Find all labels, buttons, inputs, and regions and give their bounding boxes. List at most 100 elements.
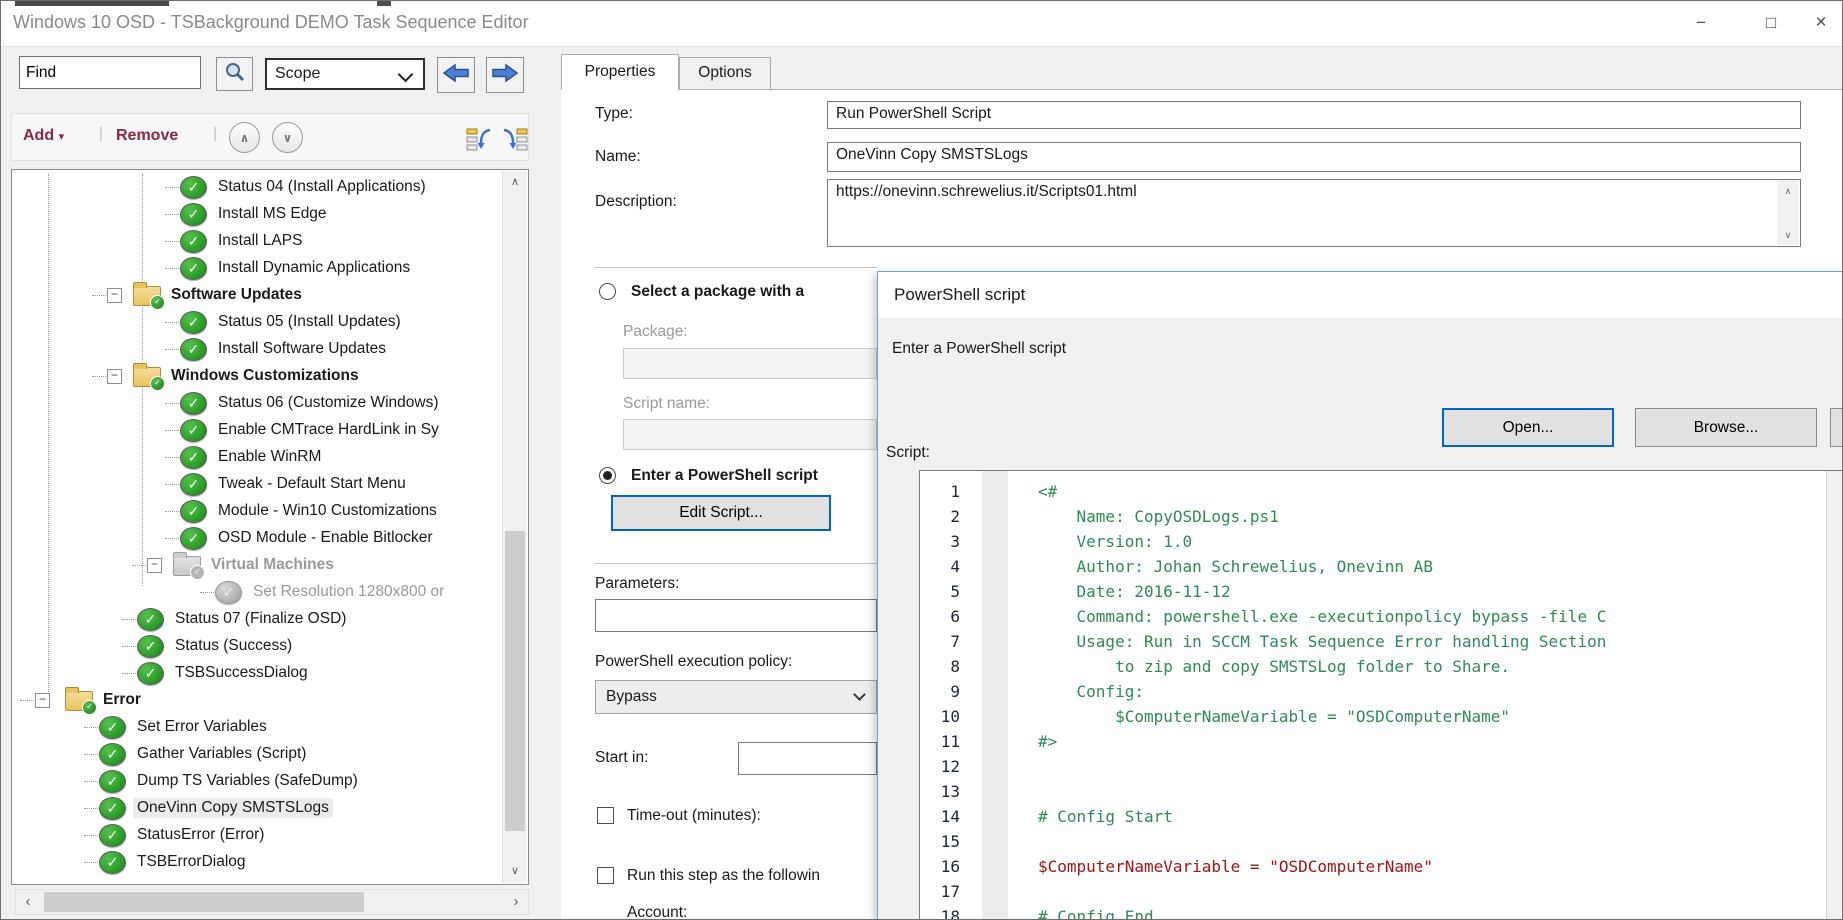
code-text: #> [1038, 729, 1057, 754]
step-check-icon: ✓ [137, 635, 164, 658]
tree-connector-stub [122, 646, 136, 647]
tree-connector-stub [165, 268, 179, 269]
parameters-field[interactable] [595, 599, 877, 632]
enter-script-radio-label: Enter a PowerShell script [631, 467, 818, 485]
find-input[interactable] [19, 56, 201, 89]
minimize-button[interactable]: − [1679, 7, 1723, 39]
tree-item[interactable]: ✓Status 04 (Install Applications) [12, 174, 502, 201]
description-field[interactable]: https://onevinn.schrewelius.it/Scripts01… [827, 179, 1801, 247]
back-arrow-icon [442, 63, 470, 88]
tree-item[interactable]: ✓Status 05 (Install Updates) [12, 309, 502, 336]
collapse-all-button[interactable]: ∧ [229, 122, 260, 153]
collapse-group-box-icon[interactable]: − [147, 558, 162, 573]
tree-item[interactable]: ✓Status 06 (Customize Windows) [12, 390, 502, 417]
scrollbar-thumb[interactable] [505, 531, 525, 831]
forward-arrow-icon [491, 63, 519, 88]
code-text: <# [1038, 479, 1057, 504]
scope-dropdown[interactable]: Scope [265, 58, 425, 90]
tree-item[interactable]: −✓Software Updates [12, 282, 502, 309]
step-check-icon: ✓ [99, 851, 126, 874]
tree-item[interactable]: −✓Virtual Machines [12, 552, 502, 579]
tree-item[interactable]: ✓OSD Module - Enable Bitlocker [12, 525, 502, 552]
scroll-down-icon[interactable]: ∨ [503, 860, 527, 883]
line-number: 1 [920, 479, 960, 504]
tree-item[interactable]: −✓Windows Customizations [12, 363, 502, 390]
tree-item[interactable]: ✓Install LAPS [12, 228, 502, 255]
script-line: 13 [920, 779, 1827, 804]
tab-properties[interactable]: Properties [561, 54, 679, 90]
scroll-down-icon[interactable]: ∨ [1777, 225, 1799, 245]
tree-horizontal-scrollbar[interactable]: ‹ › [15, 889, 529, 915]
close-button[interactable]: × [1799, 7, 1843, 39]
tree-item[interactable]: ✓TSBErrorDialog [12, 849, 502, 876]
timeout-checkbox[interactable] [597, 807, 614, 824]
step-check-icon: ✓ [137, 608, 164, 631]
tree-item[interactable]: ✓OneVinn Copy SMSTSLogs [12, 795, 502, 822]
group-folder-icon: ✓ [133, 286, 161, 306]
tree-item[interactable]: ✓Set Error Variables [12, 714, 502, 741]
collapse-group-box-icon[interactable]: − [107, 288, 122, 303]
expand-all-button[interactable]: ∨ [272, 122, 303, 153]
tree-item[interactable]: ✓Module - Win10 Customizations [12, 498, 502, 525]
script-editor[interactable]: 1<#2 Name: CopyOSDLogs.ps13 Version: 1.0… [919, 470, 1843, 920]
navigate-forward-button[interactable] [486, 57, 524, 93]
tree-connector-stub [84, 727, 98, 728]
tab-options[interactable]: Options [679, 57, 771, 89]
tree-item[interactable]: ✓Status (Success) [12, 633, 502, 660]
edit-script-button[interactable]: Edit Script... [611, 495, 831, 531]
tree-item[interactable]: ✓Enable CMTrace HardLink in Sy [12, 417, 502, 444]
tree-item[interactable]: ✓Enable WinRM [12, 444, 502, 471]
tree-item[interactable]: −✓Error [12, 687, 502, 714]
tree-item[interactable]: ✓Install Software Updates [12, 336, 502, 363]
tree-item[interactable]: ✓Install MS Edge [12, 201, 502, 228]
tree-item-label: Enable WinRM [214, 447, 325, 467]
tree-item[interactable]: ✓Dump TS Variables (SafeDump) [12, 768, 502, 795]
enter-script-radio[interactable] [599, 467, 616, 484]
code-text: Config: [1038, 679, 1144, 704]
run-as-label: Run this step as the followin [627, 867, 820, 885]
scrollbar-thumb[interactable] [44, 892, 364, 912]
scroll-up-icon[interactable]: ∧ [503, 171, 527, 194]
indent-step-icon[interactable] [500, 126, 528, 152]
scroll-left-icon[interactable]: ‹ [16, 890, 40, 914]
outdent-step-icon[interactable] [466, 126, 494, 152]
line-number: 17 [920, 879, 960, 904]
tree-vertical-scrollbar[interactable]: ∧ ∨ [502, 171, 527, 883]
collapse-group-box-icon[interactable]: − [35, 693, 50, 708]
scroll-up-icon[interactable]: ∧ [1777, 181, 1799, 201]
maximize-button[interactable]: □ [1749, 7, 1793, 39]
script-name-field [623, 419, 877, 450]
tree-item[interactable]: ✓StatusError (Error) [12, 822, 502, 849]
script-line: 14# Config Start [920, 804, 1827, 829]
remove-button[interactable]: Remove [116, 127, 178, 145]
tree-item[interactable]: ✓ Status 07 (Finalize OSD) [12, 606, 502, 633]
search-button[interactable] [216, 57, 253, 91]
navigate-back-button[interactable] [437, 57, 475, 93]
editor-vertical-scrollbar[interactable] [1826, 471, 1843, 920]
line-number: 2 [920, 504, 960, 529]
step-check-icon: ✓ [180, 392, 207, 415]
scroll-right-icon[interactable]: › [504, 890, 528, 914]
description-scrollbar[interactable]: ∧ ∨ [1777, 181, 1799, 245]
script-name-label: Script name: [623, 395, 710, 413]
tree-item[interactable]: ✓TSBSuccessDialog [12, 660, 502, 687]
collapse-group-box-icon[interactable]: − [107, 369, 122, 384]
add-button[interactable]: Add ▾ [23, 127, 64, 145]
script-line: 16$ComputerNameVariable = "OSDComputerNa… [920, 854, 1827, 879]
tree-item[interactable]: ✓Tweak - Default Start Menu [12, 471, 502, 498]
clipped-button[interactable] [1830, 408, 1843, 447]
tree-item[interactable]: ✓Install Dynamic Applications [12, 255, 502, 282]
account-label: Account: [627, 904, 687, 920]
select-package-radio[interactable] [599, 283, 616, 300]
description-label: Description: [595, 193, 677, 211]
browse-button[interactable]: Browse... [1635, 408, 1817, 447]
tree-item-label: Status 07 (Finalize OSD) [171, 609, 350, 629]
tree-item[interactable]: ✓Set Resolution 1280x800 or [12, 579, 502, 606]
name-field[interactable]: OneVinn Copy SMSTSLogs [827, 142, 1801, 172]
open-button[interactable]: Open... [1442, 408, 1614, 447]
execution-policy-dropdown[interactable]: Bypass [595, 680, 877, 714]
run-as-checkbox[interactable] [597, 867, 614, 884]
tree-item[interactable]: ✓Gather Variables (Script) [12, 741, 502, 768]
start-in-field[interactable] [738, 742, 877, 775]
tree-item-label: Install Software Updates [214, 339, 390, 359]
